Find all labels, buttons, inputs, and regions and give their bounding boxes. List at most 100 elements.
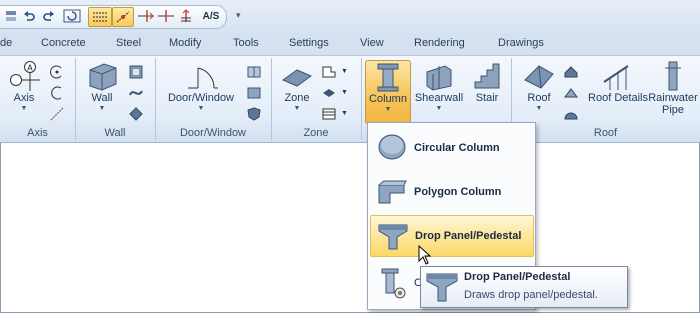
radial-axis-icon[interactable]	[49, 85, 65, 101]
drop-panel-icon	[426, 273, 458, 302]
door-window-group: Door/Window ▼ Door/Window	[155, 58, 272, 140]
axis-group-label: Axis	[27, 127, 48, 139]
menu-item-polygon-column[interactable]: Polygon Column	[370, 172, 532, 212]
drop-panel-icon	[375, 219, 411, 253]
text-style-icon[interactable]: A/S	[200, 8, 222, 24]
axis-button[interactable]: A Axis ▼	[6, 60, 42, 122]
column-button-label: Column	[369, 93, 407, 105]
tab-home[interactable]: de	[0, 37, 12, 49]
axis-dropdown-icon: ▼	[20, 105, 28, 112]
roof-details-icon	[603, 65, 629, 90]
diagonal-axis-icon[interactable]	[49, 106, 65, 122]
column-icon	[377, 63, 399, 92]
menu-item-label: Drop Panel/Pedestal	[415, 230, 522, 242]
zone-group-label: Zone	[303, 127, 329, 139]
menu-item-label: Circular Column	[414, 142, 500, 154]
zone-dropdown-icon: ▼	[293, 105, 301, 112]
zone-button[interactable]: Zone ▼	[279, 60, 315, 122]
tooltip-title: Drop Panel/Pedestal	[464, 271, 571, 283]
refresh-icon[interactable]	[62, 8, 82, 24]
curved-wall-icon[interactable]	[128, 85, 144, 101]
menu-item-drop-panel[interactable]: Drop Panel/Pedestal	[370, 215, 534, 257]
axis-icon-letter: A	[27, 64, 33, 73]
shearwall-button-label: Shearwall	[414, 92, 464, 104]
room-outline-icon[interactable]	[321, 64, 337, 80]
door-window-button-label: Door/Window	[167, 92, 235, 104]
skylight-icon[interactable]	[563, 85, 579, 101]
door-icon	[188, 67, 218, 89]
door-window-button[interactable]: Door/Window ▼	[163, 60, 239, 122]
wall-opening-icon[interactable]	[128, 106, 144, 122]
wall-button-label: Wall	[91, 92, 113, 104]
wall-dropdown-icon: ▼	[98, 105, 106, 112]
roof-group-label: Roof	[593, 127, 618, 139]
stair-button[interactable]: Stair	[469, 60, 505, 122]
tab-modify[interactable]: Modify	[169, 37, 201, 49]
extend-icon[interactable]	[156, 8, 176, 24]
opening-icon[interactable]	[246, 85, 262, 101]
roof-group: Roof ▼ Roof Details Rainwater Pipe Roof	[511, 58, 700, 140]
zone-fill-icon[interactable]	[321, 85, 337, 101]
arc-axis-icon[interactable]	[49, 64, 65, 80]
zone-sub-dropdown-icon[interactable]: ▼	[341, 68, 348, 75]
roof-button[interactable]: Roof ▼	[519, 60, 559, 122]
roof-details-label: Roof Details	[588, 92, 648, 104]
column-button[interactable]: Column ▼	[365, 60, 411, 124]
dome-icon[interactable]	[563, 106, 579, 122]
tab-rendering[interactable]: Rendering	[414, 37, 465, 49]
column-settings-icon	[374, 266, 410, 300]
polygon-column-icon	[374, 175, 410, 209]
trim-icon[interactable]	[136, 8, 156, 24]
wall-icon	[89, 63, 117, 91]
window-icon[interactable]	[246, 64, 262, 80]
zone-icon	[281, 69, 313, 87]
ribbon: A Axis ▼ Axis Wall ▼ Wall Door/Window ▼ …	[0, 55, 700, 143]
curtain-wall-icon[interactable]	[128, 64, 144, 80]
menu-item-label: Polygon Column	[414, 186, 502, 198]
dormer-icon[interactable]	[563, 64, 579, 80]
tooltip-description: Draws drop panel/pedestal.	[464, 289, 598, 301]
tab-tools[interactable]: Tools	[233, 37, 259, 49]
rainwater-pipe-button[interactable]: Rainwater Pipe	[645, 60, 700, 122]
shearwall-button[interactable]: Shearwall ▼	[413, 60, 465, 122]
axis-button-label: Axis	[13, 92, 35, 104]
axis-group: A Axis ▼ Axis	[0, 58, 76, 140]
rainwater-pipe-icon	[665, 61, 681, 91]
roof-dropdown-icon: ▼	[535, 105, 543, 112]
undo-icon[interactable]	[20, 8, 38, 24]
column-dropdown-icon: ▼	[384, 106, 392, 113]
stair-icon	[474, 63, 500, 89]
shearwall-icon	[426, 65, 452, 91]
circular-column-icon	[374, 131, 410, 165]
ribbon-tabs: de Concrete Steel Modify Tools Settings …	[0, 33, 700, 55]
quick-access-toolbar: A/S ▾	[0, 0, 700, 33]
snap-grid-icon[interactable]	[88, 7, 112, 27]
tab-drawings[interactable]: Drawings	[498, 37, 544, 49]
rainwater-pipe-label: Rainwater Pipe	[648, 92, 698, 116]
shearwall-dropdown-icon: ▼	[435, 105, 443, 112]
extend-up-icon[interactable]	[176, 8, 196, 24]
zone-button-label: Zone	[284, 92, 310, 104]
zone-sub-dropdown-icon-3[interactable]: ▼	[341, 110, 348, 117]
wall-button[interactable]: Wall ▼	[83, 60, 121, 122]
axis-icon: A	[10, 61, 40, 91]
door-window-group-label: Door/Window	[179, 127, 247, 139]
layers-icon[interactable]	[2, 8, 20, 24]
tab-concrete[interactable]: Concrete	[41, 37, 86, 49]
tab-settings[interactable]: Settings	[289, 37, 329, 49]
menu-item-circular-column[interactable]: Circular Column	[370, 128, 532, 168]
tooltip: Drop Panel/Pedestal Draws drop panel/ped…	[420, 266, 628, 308]
redo-icon[interactable]	[40, 8, 58, 24]
tab-view[interactable]: View	[360, 37, 384, 49]
tab-steel[interactable]: Steel	[116, 37, 141, 49]
shield-icon[interactable]	[246, 106, 262, 122]
snap-point-icon[interactable]	[112, 7, 134, 27]
zone-sub-dropdown-icon-2[interactable]: ▼	[341, 89, 348, 96]
door-window-dropdown-icon: ▼	[197, 105, 205, 112]
wall-group-label: Wall	[104, 127, 126, 139]
stair-button-label: Stair	[475, 92, 499, 104]
roof-button-label: Roof	[527, 92, 551, 104]
roof-details-button[interactable]: Roof Details	[588, 60, 648, 122]
zone-table-icon[interactable]	[321, 106, 337, 122]
customize-toolbar-icon[interactable]: ▾	[236, 10, 241, 21]
